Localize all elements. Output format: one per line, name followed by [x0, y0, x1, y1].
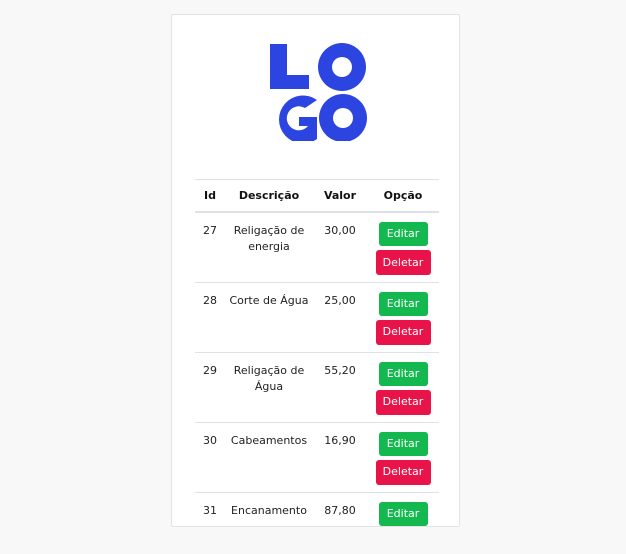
- cell-id: 30: [195, 422, 225, 493]
- edit-button[interactable]: Editar: [378, 291, 428, 316]
- edit-button[interactable]: Editar: [378, 361, 428, 386]
- cell-id: 29: [195, 352, 225, 423]
- cell-descricao: Religação de Água: [225, 352, 313, 423]
- cell-options: Editar Deletar: [367, 492, 439, 526]
- cell-descricao: Encanamento: [225, 492, 313, 526]
- table-row: 31 Encanamento 87,80 Editar Deletar: [195, 492, 439, 526]
- header-valor: Valor: [313, 179, 367, 213]
- edit-button[interactable]: Editar: [378, 431, 428, 456]
- table-row: 29 Religação de Água 55,20 Editar Deleta…: [195, 352, 439, 423]
- cell-id: 27: [195, 212, 225, 283]
- main-card: Id Descrição Valor Opção 27 Religação de…: [171, 14, 460, 527]
- table-row: 27 Religação de energia 30,00 Editar Del…: [195, 212, 439, 283]
- services-table-wrapper: Id Descrição Valor Opção 27 Religação de…: [195, 179, 439, 526]
- cell-options: Editar Deletar: [367, 212, 439, 283]
- delete-button[interactable]: Deletar: [375, 389, 431, 415]
- cell-valor: 55,20: [313, 352, 367, 423]
- cell-id: 31: [195, 492, 225, 526]
- table-row: 28 Corte de Água 25,00 Editar Deletar: [195, 282, 439, 353]
- header-descricao: Descrição: [225, 179, 313, 213]
- cell-id: 28: [195, 282, 225, 353]
- table-header-row: Id Descrição Valor Opção: [195, 179, 439, 213]
- logo-mark: [270, 43, 367, 141]
- delete-button[interactable]: Deletar: [375, 250, 431, 275]
- header-opcao: Opção: [367, 179, 439, 213]
- cell-descricao: Religação de energia: [225, 212, 313, 283]
- cell-descricao: Corte de Água: [225, 282, 313, 353]
- edit-button[interactable]: Editar: [378, 501, 428, 526]
- cell-valor: 87,80: [313, 492, 367, 526]
- cell-descricao: Cabeamentos: [225, 422, 313, 493]
- delete-button[interactable]: Deletar: [375, 319, 431, 345]
- cell-options: Editar Deletar: [367, 422, 439, 493]
- cell-options: Editar Deletar: [367, 282, 439, 353]
- cell-options: Editar Deletar: [367, 352, 439, 423]
- cell-valor: 16,90: [313, 422, 367, 493]
- edit-button[interactable]: Editar: [378, 222, 428, 246]
- cell-valor: 25,00: [313, 282, 367, 353]
- cell-valor: 30,00: [313, 212, 367, 283]
- header-id: Id: [195, 179, 225, 213]
- services-table: Id Descrição Valor Opção 27 Religação de…: [195, 179, 439, 526]
- delete-button[interactable]: Deletar: [375, 459, 431, 485]
- table-row: 30 Cabeamentos 16,90 Editar Deletar: [195, 422, 439, 493]
- logo: [267, 42, 368, 141]
